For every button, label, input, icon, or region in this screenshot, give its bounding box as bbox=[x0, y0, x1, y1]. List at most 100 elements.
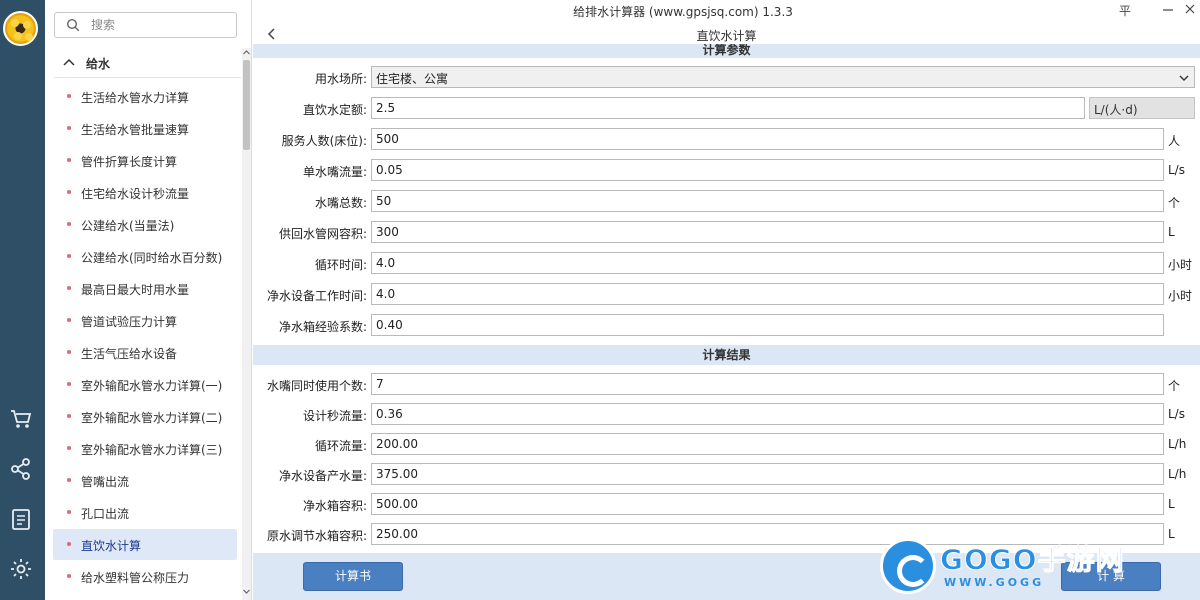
results-header: 计算结果 bbox=[253, 345, 1200, 365]
form-row: 水嘴总数: 50 个 bbox=[253, 186, 1200, 216]
bullet-dot bbox=[67, 478, 71, 482]
sidebar-item-label: 住宅给水设计秒流量 bbox=[81, 187, 190, 201]
field-unit: 人 bbox=[1168, 134, 1181, 148]
sidebar-item-label: 管道试验压力计算 bbox=[81, 315, 178, 329]
field-unit: L/s bbox=[1168, 407, 1185, 421]
field-unit: 小时 bbox=[1168, 258, 1193, 272]
bullet-dot bbox=[67, 382, 71, 386]
chevron-down-icon bbox=[1179, 75, 1189, 81]
sidebar: 给水 生活给水管水力详算生活给水管批量速算管件折算长度计算住宅给水设计秒流量公建… bbox=[45, 0, 252, 600]
page-header: 直饮水计算 bbox=[253, 22, 1200, 46]
sidebar-item-label: 生活给水管批量速算 bbox=[81, 123, 190, 137]
form-row: 净水箱经验系数: 0.40 bbox=[253, 310, 1200, 340]
field-label: 净水箱容积: bbox=[302, 499, 367, 513]
field-input[interactable]: 300 bbox=[371, 221, 1164, 243]
sidebar-item-label: 给水塑料管公称压力 bbox=[81, 571, 190, 585]
sidebar-item[interactable]: 给水塑料管公称压力 bbox=[53, 561, 237, 592]
sidebar-item[interactable]: 室外输配水管水力详算(一) bbox=[53, 369, 237, 400]
sidebar-item[interactable]: 最高日最大时用水量 bbox=[53, 273, 237, 304]
settings-icon[interactable] bbox=[8, 556, 34, 582]
field-label: 服务人数(床位): bbox=[281, 134, 367, 148]
field-input[interactable]: 7 bbox=[371, 373, 1164, 395]
sidebar-item[interactable]: 公建给水(当量法) bbox=[53, 209, 237, 240]
sidebar-item[interactable]: 管嘴出流 bbox=[53, 465, 237, 496]
nav-group-water-supply[interactable]: 给水 bbox=[54, 48, 241, 78]
field-unit: L bbox=[1168, 527, 1175, 541]
search-box[interactable] bbox=[54, 12, 237, 38]
bullet-dot bbox=[67, 126, 71, 130]
field-unit: L bbox=[1168, 225, 1175, 239]
report-button[interactable]: 计算书 bbox=[303, 562, 403, 591]
bullet-dot bbox=[67, 446, 71, 450]
sidebar-item[interactable]: 生活给水管水力详算 bbox=[53, 81, 237, 112]
field-label: 净水设备工作时间: bbox=[266, 289, 367, 303]
page-title: 直饮水计算 bbox=[696, 29, 757, 43]
watermark-brand: GOGO手游网 bbox=[940, 543, 1125, 577]
watermark-emblem bbox=[880, 538, 936, 594]
bullet-dot bbox=[67, 574, 71, 578]
sidebar-item[interactable]: 孔口出流 bbox=[53, 497, 237, 528]
field-input[interactable]: 2.5 bbox=[371, 97, 1085, 119]
field-input[interactable]: 0.40 bbox=[371, 314, 1164, 336]
field-unit: L bbox=[1168, 497, 1175, 511]
field-label: 供回水管网容积: bbox=[278, 227, 367, 241]
sidebar-item[interactable]: 室外输配水管水力详算(三) bbox=[53, 433, 237, 464]
share-icon[interactable] bbox=[8, 456, 34, 482]
field-unit: 个 bbox=[1168, 196, 1181, 210]
form-row: 净水设备工作时间: 4.0 小时 bbox=[253, 279, 1200, 309]
sidebar-item-label: 管嘴出流 bbox=[81, 475, 130, 489]
sidebar-item-label: 室外输配水管水力详算(二) bbox=[81, 411, 223, 425]
bullet-dot bbox=[67, 254, 71, 258]
clipboard-icon[interactable] bbox=[8, 506, 34, 532]
form-row: 循环时间: 4.0 小时 bbox=[253, 248, 1200, 278]
sidebar-item[interactable]: 住宅给水设计秒流量 bbox=[53, 177, 237, 208]
scroll-down-icon[interactable] bbox=[242, 587, 251, 596]
field-input[interactable]: 4.0 bbox=[371, 252, 1164, 274]
form-row: 单水嘴流量: 0.05 L/s bbox=[253, 155, 1200, 185]
scrollbar-thumb[interactable] bbox=[243, 60, 250, 150]
field-input[interactable]: 200.00 bbox=[371, 433, 1164, 455]
venue-select[interactable]: 住宅楼、公寓 bbox=[371, 66, 1195, 88]
field-label: 原水调节水箱容积: bbox=[266, 529, 367, 543]
field-label: 净水箱经验系数: bbox=[278, 320, 367, 334]
sidebar-item[interactable]: 室外输配水管水力详算(二) bbox=[53, 401, 237, 432]
cart-icon[interactable] bbox=[8, 406, 34, 432]
form-row: 设计秒流量: 0.36 L/s bbox=[253, 399, 1200, 429]
sidebar-item[interactable]: 直饮水计算 bbox=[53, 529, 237, 560]
sidebar-item-label: 孔口出流 bbox=[81, 507, 130, 521]
scroll-up-icon[interactable] bbox=[242, 48, 251, 57]
form-row: 循环流量: 200.00 L/h bbox=[253, 429, 1200, 459]
minimize-icon[interactable] bbox=[1161, 3, 1175, 17]
form-row: 直饮水定额: 2.5 L/(人·d) bbox=[253, 93, 1200, 123]
nav-group-label: 给水 bbox=[86, 57, 111, 71]
field-label: 用水场所: bbox=[314, 72, 367, 86]
search-input[interactable] bbox=[91, 16, 231, 34]
icon-rail bbox=[0, 0, 45, 600]
sidebar-item[interactable]: 生活给水管批量速算 bbox=[53, 113, 237, 144]
watermark-logo: GOGO手游网 WWW.GOGG bbox=[880, 536, 1148, 596]
sidebar-item-label: 直饮水计算 bbox=[81, 539, 142, 553]
sidebar-item-label: 室外输配水管水力详算(三) bbox=[81, 443, 223, 457]
pin-button[interactable]: 平 bbox=[1119, 2, 1133, 19]
field-input[interactable]: 50 bbox=[371, 190, 1164, 212]
sidebar-item[interactable]: 管件折算长度计算 bbox=[53, 145, 237, 176]
unit-selector[interactable]: L/(人·d) bbox=[1089, 97, 1195, 119]
field-label: 水嘴同时使用个数: bbox=[266, 379, 367, 393]
field-input[interactable]: 500.00 bbox=[371, 493, 1164, 515]
field-unit: L/h bbox=[1168, 467, 1187, 481]
sidebar-item-label: 生活给水管水力详算 bbox=[81, 91, 190, 105]
field-input[interactable]: 375.00 bbox=[371, 463, 1164, 485]
bullet-dot bbox=[67, 510, 71, 514]
bullet-dot bbox=[67, 94, 71, 98]
close-icon[interactable] bbox=[1183, 2, 1197, 16]
field-input[interactable]: 0.36 bbox=[371, 403, 1164, 425]
field-label: 循环流量: bbox=[314, 439, 367, 453]
field-input[interactable]: 500 bbox=[371, 128, 1164, 150]
field-label: 循环时间: bbox=[314, 258, 367, 272]
sidebar-item[interactable]: 管道试验压力计算 bbox=[53, 305, 237, 336]
bullet-dot bbox=[67, 542, 71, 546]
field-input[interactable]: 0.05 bbox=[371, 159, 1164, 181]
sidebar-item[interactable]: 公建给水(同时给水百分数) bbox=[53, 241, 237, 272]
field-input[interactable]: 4.0 bbox=[371, 283, 1164, 305]
sidebar-item[interactable]: 生活气压给水设备 bbox=[53, 337, 237, 368]
